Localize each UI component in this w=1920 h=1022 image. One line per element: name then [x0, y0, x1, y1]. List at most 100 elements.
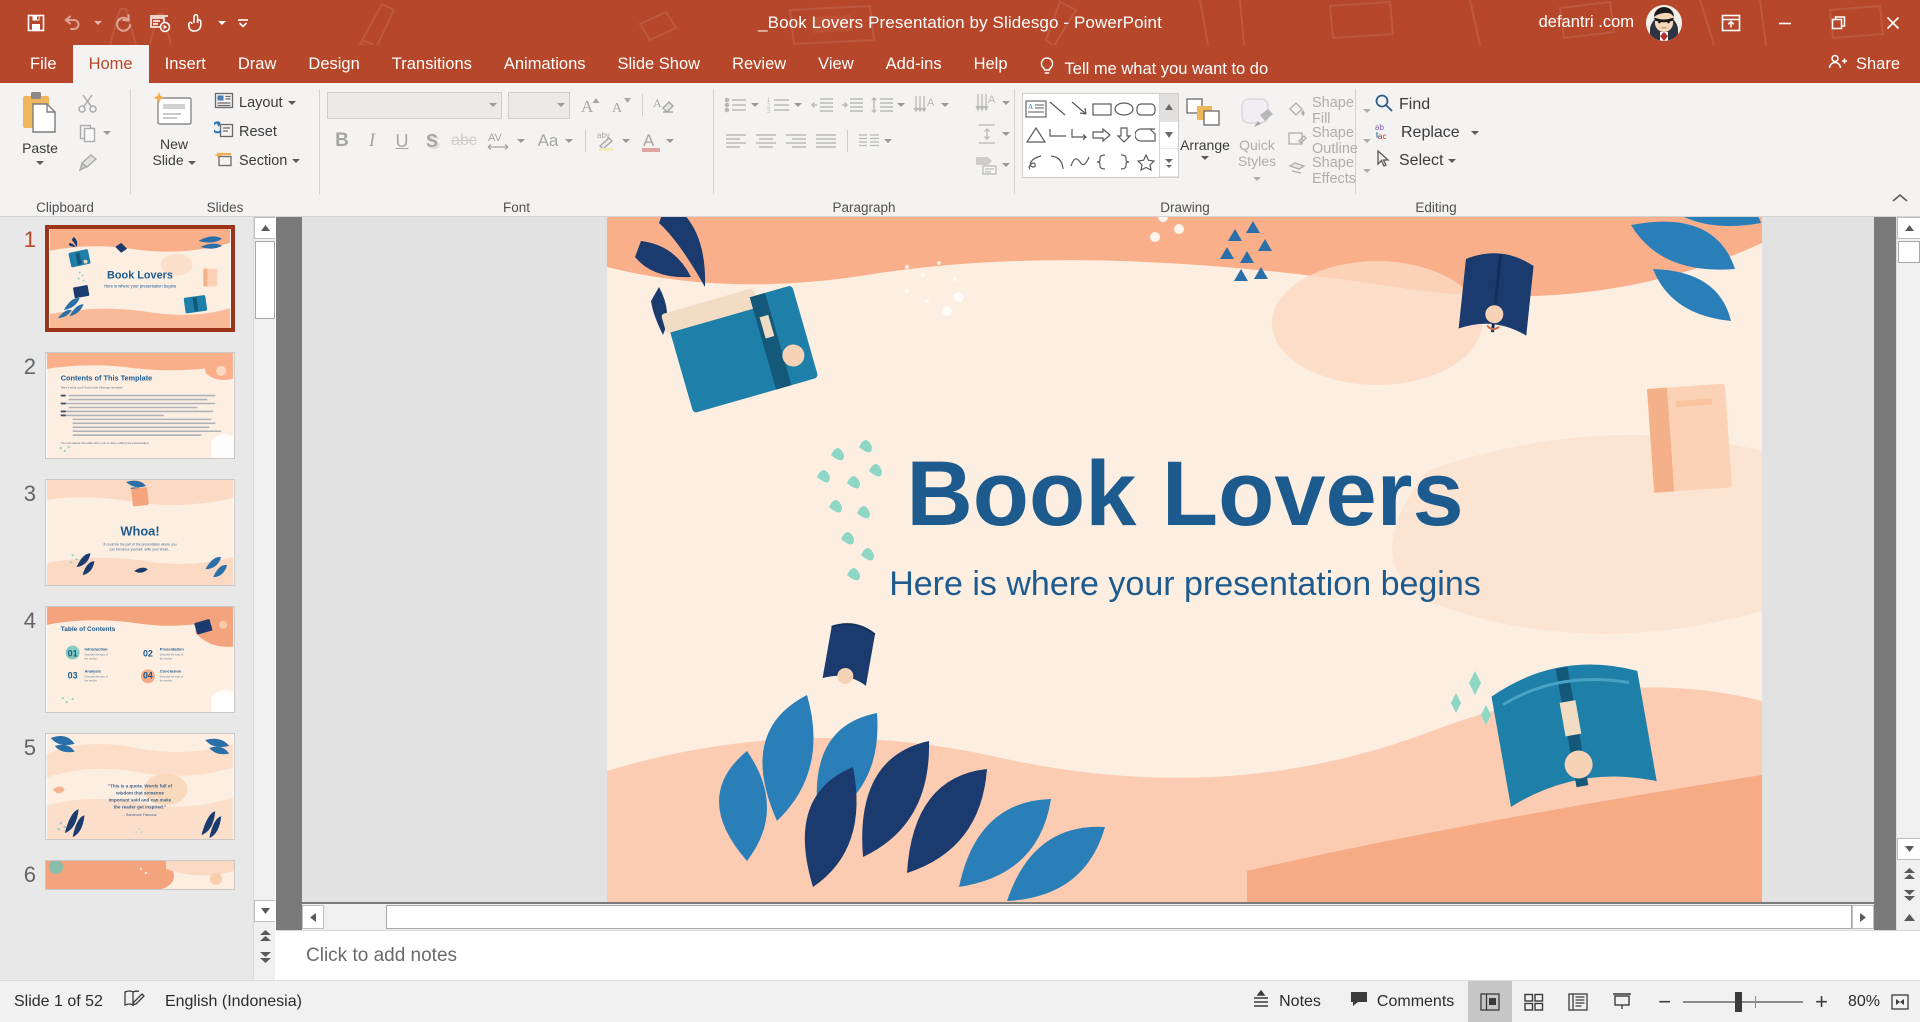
thumbnail-scroll-thumb[interactable] [255, 241, 275, 319]
copy-button[interactable] [73, 119, 103, 147]
font-color-button[interactable]: A [636, 127, 666, 155]
align-left-button[interactable] [721, 127, 751, 155]
tab-review[interactable]: Review [716, 45, 802, 83]
align-text-vertical-button[interactable]: A [972, 89, 1002, 117]
new-slide-dropdown-icon[interactable] [187, 160, 196, 165]
scroll-right-icon[interactable] [1852, 905, 1874, 929]
tab-animations[interactable]: Animations [488, 45, 602, 83]
arrange-button[interactable]: Arrange [1179, 93, 1231, 163]
thumbnail-slide-6[interactable] [45, 860, 235, 890]
justify-button[interactable] [811, 127, 841, 155]
bold-button[interactable]: B [327, 127, 357, 155]
tab-slide-show[interactable]: Slide Show [602, 45, 717, 83]
character-spacing-dropdown-icon[interactable] [517, 139, 525, 143]
text-direction-dropdown-icon[interactable] [941, 103, 949, 107]
zoom-slider-handle[interactable] [1735, 991, 1743, 1012]
shapes-gallery-scrollbar[interactable] [1159, 94, 1178, 178]
strikethrough-button[interactable]: abc [447, 127, 481, 155]
tab-draw[interactable]: Draw [222, 45, 293, 83]
italic-button[interactable]: I [357, 127, 387, 155]
collapse-ribbon-button[interactable] [1890, 191, 1910, 210]
right-arrow-shape[interactable] [1091, 122, 1113, 148]
thumbnail-slide-1[interactable]: Book Lovers Here is where your presentat… [45, 225, 235, 332]
decrease-font-size-button[interactable]: A [606, 91, 636, 119]
elbow-arrow-connector-shape[interactable] [1069, 122, 1091, 148]
normal-view-button[interactable] [1468, 980, 1513, 1022]
slide-scroll-thumb[interactable] [1898, 241, 1920, 263]
columns-dropdown-icon[interactable] [884, 139, 892, 143]
thumbnail-row[interactable]: 4 Table of Contents 01 Introduction Desc… [0, 606, 253, 713]
new-slide-button[interactable]: New Slide [138, 87, 210, 171]
font-name-dropdown-icon[interactable] [489, 103, 497, 107]
scroll-track-left[interactable] [324, 905, 386, 929]
down-arrow-shape[interactable] [1113, 122, 1135, 148]
minimize-button[interactable] [1758, 0, 1812, 45]
tab-design[interactable]: Design [292, 45, 375, 83]
zoom-slider[interactable] [1683, 991, 1804, 1012]
tell-me-search[interactable]: Tell me what you want to do [1038, 56, 1268, 83]
font-size-dropdown-icon[interactable] [557, 103, 565, 107]
restore-button[interactable] [1812, 0, 1866, 45]
paste-dropdown-icon[interactable] [36, 160, 44, 165]
text-highlight-dropdown-icon[interactable] [622, 139, 630, 143]
thumbnail-slide-4[interactable]: Table of Contents 01 Introduction Descri… [45, 606, 235, 713]
comments-button[interactable]: Comments [1335, 981, 1468, 1022]
text-box-shape[interactable]: A [1025, 96, 1047, 122]
convert-to-smartart-button[interactable] [972, 151, 1002, 179]
section-button[interactable]: Section [210, 147, 304, 175]
slide-canvas[interactable]: Book Lovers Here is where your presentat… [302, 217, 1874, 902]
numbering-dropdown-icon[interactable] [794, 103, 802, 107]
clear-formatting-button[interactable]: A [649, 91, 679, 119]
align-text-vertical-dropdown-icon[interactable] [1002, 132, 1010, 136]
tab-view[interactable]: View [802, 45, 869, 83]
scribble-shape[interactable] [1025, 149, 1047, 175]
quick-styles-button[interactable]: Quick Styles [1231, 93, 1283, 188]
thumbnail-scroll-down-icon[interactable] [254, 900, 275, 922]
layout-button[interactable]: Layout [210, 89, 304, 117]
tab-add-ins[interactable]: Add-ins [870, 45, 958, 83]
shapes-scroll-down-icon[interactable] [1160, 122, 1178, 150]
thumbnail-row[interactable]: 5 "This is a quote. Words full of wisdom… [0, 733, 253, 840]
paste-button[interactable]: Paste [7, 87, 73, 168]
smartart-dropdown-icon[interactable] [1002, 163, 1010, 167]
scroll-left-icon[interactable] [302, 905, 324, 929]
section-dropdown-icon[interactable] [292, 159, 301, 163]
fit-to-window-button[interactable] [1880, 981, 1920, 1022]
tab-insert[interactable]: Insert [149, 45, 222, 83]
reading-view-button[interactable] [1556, 981, 1600, 1022]
right-brace-shape[interactable] [1113, 149, 1135, 175]
thumbnail-slide-3[interactable]: Whoa! It could be the part of the presen… [45, 479, 235, 586]
current-slide[interactable]: Book Lovers Here is where your presentat… [607, 217, 1762, 902]
quick-styles-dropdown-icon[interactable] [1253, 177, 1261, 182]
thumbnail-slide-2[interactable]: Contents of This Template Here's what yo… [45, 352, 235, 459]
rectangle-shape[interactable] [1091, 96, 1113, 122]
copy-dropdown-icon[interactable] [103, 131, 111, 135]
horizontal-scroll-thumb[interactable] [386, 905, 1852, 929]
select-dropdown-icon[interactable] [1448, 159, 1457, 163]
tab-home[interactable]: Home [72, 45, 149, 83]
proofing-icon[interactable] [123, 989, 145, 1014]
line-spacing-dropdown-icon[interactable] [897, 103, 905, 107]
thumbnail-scroll-up-icon[interactable] [254, 217, 275, 239]
reset-button[interactable]: Reset [210, 118, 304, 146]
increase-font-size-button[interactable]: A [576, 91, 606, 119]
slide-scroll-up-icon[interactable] [1897, 217, 1920, 239]
slide-sorter-view-button[interactable] [1512, 981, 1556, 1022]
replace-dropdown-icon[interactable] [1470, 131, 1479, 135]
font-color-dropdown-icon[interactable] [666, 139, 674, 143]
share-button[interactable]: Share [1816, 45, 1920, 83]
arrange-dropdown-icon[interactable] [1201, 155, 1209, 160]
numbering-button[interactable]: 1 2 3 [764, 91, 794, 119]
align-text-button[interactable] [972, 120, 1002, 148]
next-slide-icon[interactable] [254, 948, 275, 968]
cut-button[interactable] [73, 89, 103, 117]
arrow-shape[interactable] [1069, 96, 1091, 122]
notes-pane[interactable]: Click to add notes [276, 930, 1920, 980]
thumbnail-scrollbar[interactable] [253, 217, 275, 980]
text-highlight-color-button[interactable]: aby [592, 127, 622, 155]
next-slide-button[interactable] [1897, 886, 1920, 906]
zoom-level[interactable]: 80% [1838, 993, 1880, 1011]
slide-show-button[interactable] [1600, 981, 1644, 1022]
thumbnail-slide-5[interactable]: "This is a quote. Words full of wisdom t… [45, 733, 235, 840]
previous-slide-button[interactable] [1897, 864, 1920, 884]
